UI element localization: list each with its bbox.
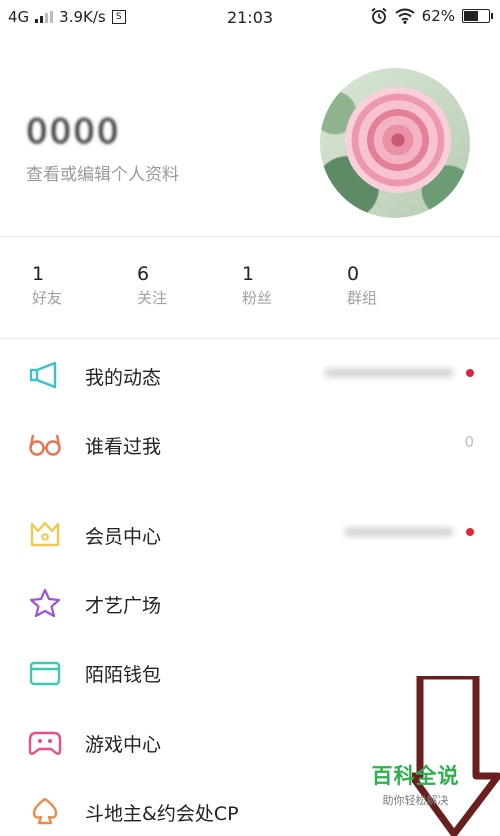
annotation-arrow xyxy=(412,676,500,836)
stat-label: 群组 xyxy=(347,289,378,307)
menu-item-talent-plaza[interactable]: 才艺广场 xyxy=(0,578,500,628)
menu-item-my-moments[interactable]: 我的动态 xyxy=(0,350,500,400)
menu-label: 游戏中心 xyxy=(85,734,162,756)
battery-icon xyxy=(462,9,493,23)
status-bar: 4G 3.9K/s S 21:03 62% xyxy=(0,0,500,34)
edit-profile-link[interactable]: 查看或编辑个人资料 xyxy=(26,160,179,185)
blurred-preview xyxy=(324,368,454,378)
stat-count: 6 xyxy=(137,263,150,285)
megaphone-icon xyxy=(29,361,57,389)
star-icon xyxy=(29,588,61,618)
stat-count: 1 xyxy=(242,263,255,285)
menu-label: 陌陌钱包 xyxy=(85,664,162,686)
spade-icon xyxy=(32,797,58,825)
blurred-preview xyxy=(344,527,454,537)
stat-groups[interactable]: 0 群组 xyxy=(347,263,437,308)
status-right: 62% xyxy=(370,7,493,25)
gamepad-icon xyxy=(28,731,62,755)
watermark-logo: 百科全说 助你轻松解决 xyxy=(358,760,473,808)
avatar[interactable] xyxy=(320,68,470,218)
menu-label: 才艺广场 xyxy=(85,595,162,617)
menu-label: 会员中心 xyxy=(85,526,162,548)
notification-dot xyxy=(466,528,474,536)
stat-count: 1 xyxy=(32,263,45,285)
divider xyxy=(0,236,500,237)
divider xyxy=(0,338,500,339)
visitor-count: 0 xyxy=(464,433,474,451)
stat-label: 粉丝 xyxy=(242,289,273,307)
watermark-title: 百科全说 xyxy=(371,764,460,788)
stat-following[interactable]: 6 关注 xyxy=(137,263,227,308)
menu-item-vip-center[interactable]: 会员中心 xyxy=(0,509,500,559)
stat-label: 好友 xyxy=(32,289,63,307)
stat-count: 0 xyxy=(347,263,360,285)
wifi-icon xyxy=(395,8,415,24)
alarm-icon xyxy=(371,7,387,24)
watermark-subtitle: 助你轻松解决 xyxy=(382,794,449,807)
glasses-icon xyxy=(29,434,61,456)
wallet-icon xyxy=(29,661,61,686)
crown-icon xyxy=(30,521,60,547)
battery-fill xyxy=(464,11,478,21)
username: 0000 xyxy=(26,112,121,152)
menu-label: 我的动态 xyxy=(85,367,162,389)
stat-fans[interactable]: 1 粉丝 xyxy=(242,263,332,308)
profile-header[interactable]: 0000 查看或编辑个人资料 xyxy=(0,34,500,234)
menu-label: 谁看过我 xyxy=(85,436,162,458)
menu-item-visitors[interactable]: 谁看过我 0 xyxy=(0,419,500,469)
stat-label: 关注 xyxy=(137,289,168,307)
menu-label: 斗地主&约会处CP xyxy=(85,803,239,825)
stats-row: 1 好友 6 关注 1 粉丝 0 群组 xyxy=(0,263,500,323)
battery-percent: 62% xyxy=(421,7,455,25)
stat-friends[interactable]: 1 好友 xyxy=(32,263,122,308)
notification-dot xyxy=(466,369,474,377)
